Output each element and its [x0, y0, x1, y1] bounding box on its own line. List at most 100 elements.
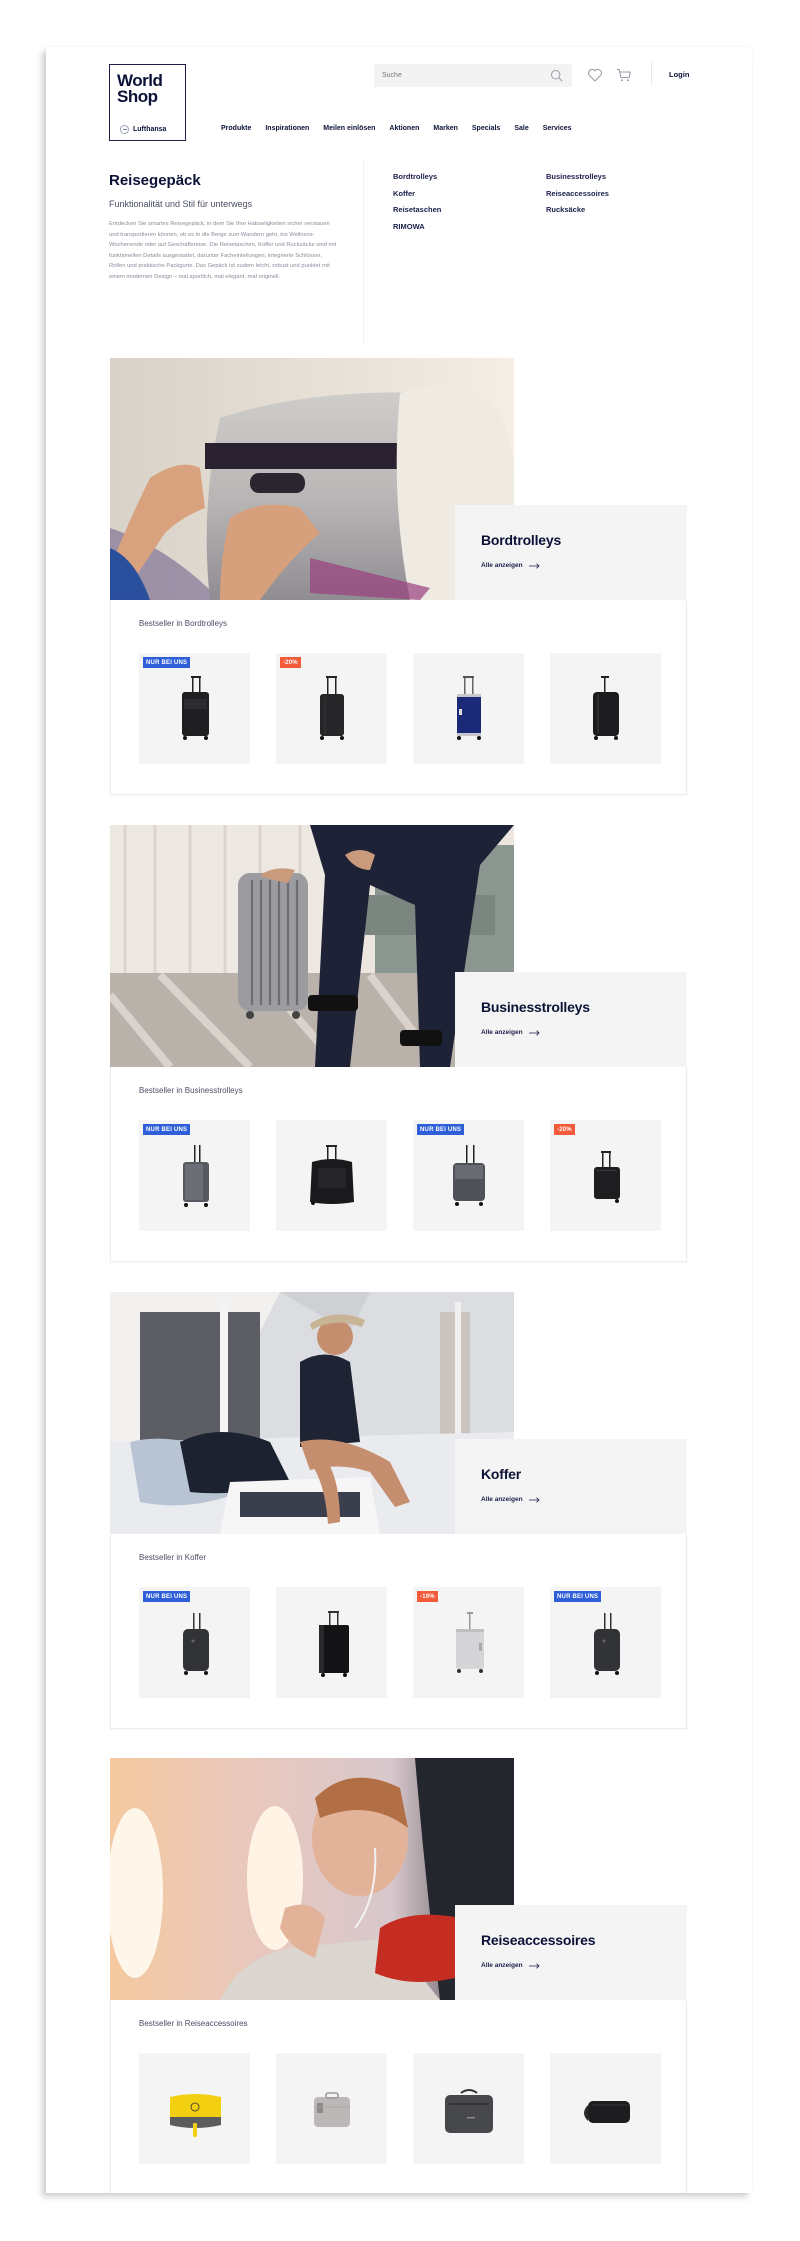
page-title: Reisegepäck — [109, 172, 201, 189]
login-link[interactable]: Login — [669, 70, 689, 79]
exclusive-badge: NUR BEI UNS — [143, 1124, 191, 1135]
category-title: Reiseaccessoires — [481, 1932, 596, 1948]
category-title: Businesstrolleys — [481, 999, 590, 1015]
hard-trolley-black-image — [592, 675, 619, 740]
category-link-bordtrolleys[interactable]: Bordtrolleys — [393, 171, 546, 182]
business-bag-black-image — [309, 1144, 354, 1205]
wishlist-heart-icon[interactable] — [587, 67, 603, 83]
category-section-koffer: Koffer Alle anzeigen Bestseller in Koffe… — [110, 1292, 687, 1729]
show-all-label: Alle anzeigen — [481, 1029, 523, 1036]
show-all-label: Alle anzeigen — [481, 1496, 523, 1503]
bestseller-box: Bestseller in Businesstrolleys NUR BEI U… — [110, 1067, 687, 1262]
category-panel-reiseaccessoires: Reiseaccessoires Alle anzeigen — [455, 1905, 687, 2000]
category-link-koffer[interactable]: Koffer — [393, 188, 546, 199]
nav-specials[interactable]: Specials — [472, 125, 500, 132]
hard-trolley-navy-image — [456, 675, 481, 740]
nav-aktionen[interactable]: Aktionen — [389, 125, 419, 132]
category-section-bordtrolleys: Bordtrolleys Alle anzeigen Bestseller in… — [110, 358, 687, 795]
show-all-label: Alle anzeigen — [481, 1962, 523, 1969]
black-toiletry-bag-image — [583, 2100, 630, 2123]
show-all-label: Alle anzeigen — [481, 562, 523, 569]
business-trolley-grey-wide-image — [452, 1144, 485, 1206]
product-tile[interactable]: NUR BEI UNS — [139, 1587, 250, 1698]
category-link-businesstrolleys[interactable]: Businesstrolleys — [546, 171, 699, 182]
main-nav: Produkte Inspirationen Meilen einlösen A… — [221, 125, 586, 132]
product-tile[interactable] — [276, 2053, 387, 2164]
bestseller-box: Bestseller in Bordtrolleys NUR BEI UNS -… — [110, 600, 687, 795]
page-subtitle: Funktionalität und Stil für unterwegs — [109, 199, 253, 209]
product-tile[interactable] — [550, 653, 661, 764]
category-image-reiseaccessoires[interactable] — [110, 1758, 514, 2000]
business-trolley-grey-image — [182, 1144, 209, 1207]
show-all-link[interactable]: Alle anzeigen — [481, 1496, 540, 1503]
category-link-rimowa[interactable]: RIMOWA — [393, 221, 546, 232]
hard-case-dark-image — [593, 1612, 620, 1675]
category-image-koffer[interactable] — [110, 1292, 514, 1534]
category-image-bordtrolleys[interactable] — [110, 358, 514, 600]
nav-meilen-einloesen[interactable]: Meilen einlösen — [323, 125, 375, 132]
soft-trolley-black-image — [181, 675, 209, 740]
product-tile[interactable] — [139, 2053, 250, 2164]
page: World Shop Lufthansa Login Produkte Insp… — [46, 47, 752, 2193]
header-divider — [651, 61, 652, 85]
product-tile[interactable]: NUR BEI UNS — [550, 1587, 661, 1698]
category-section-reiseaccessoires: Reiseaccessoires Alle anzeigen Bestselle… — [110, 1758, 687, 2193]
product-tile[interactable]: NUR BEI UNS — [413, 1120, 524, 1231]
exclusive-badge: NUR BEI UNS — [143, 657, 191, 668]
lufthansa-crane-icon — [120, 125, 129, 134]
product-tile[interactable] — [550, 2053, 661, 2164]
cart-icon[interactable] — [616, 67, 632, 83]
hard-case-black-large-image — [318, 1610, 349, 1677]
product-tile[interactable]: NUR BEI UNS — [139, 1120, 250, 1231]
product-tile[interactable]: -20% — [550, 1120, 661, 1231]
category-panel-bordtrolleys: Bordtrolleys Alle anzeigen — [455, 505, 687, 600]
search-box — [374, 64, 572, 87]
product-grid: NUR BEI UNS -19% NUR BEI UNS — [139, 1587, 661, 1698]
arrow-right-icon — [528, 562, 540, 569]
world-shop-logo[interactable]: World Shop Lufthansa — [109, 64, 186, 141]
arrow-right-icon — [528, 1962, 540, 1969]
bestseller-label: Bestseller in Bordtrolleys — [139, 619, 228, 628]
aluminium-case-silver-image — [455, 1611, 484, 1673]
nav-services[interactable]: Services — [543, 125, 572, 132]
nav-marken[interactable]: Marken — [433, 125, 458, 132]
intro-divider — [363, 160, 364, 345]
category-title: Bordtrolleys — [481, 532, 562, 548]
bestseller-label: Bestseller in Businesstrolleys — [139, 1086, 243, 1095]
bestseller-label: Bestseller in Koffer — [139, 1553, 206, 1562]
product-tile[interactable] — [413, 653, 524, 764]
product-tile[interactable] — [276, 1120, 387, 1231]
product-tile[interactable]: NUR BEI UNS — [139, 653, 250, 764]
category-link-reisetaschen[interactable]: Reisetaschen — [393, 204, 546, 215]
product-tile[interactable] — [276, 1587, 387, 1698]
sale-badge: -20% — [554, 1124, 575, 1135]
category-panel-businesstrolleys: Businesstrolleys Alle anzeigen — [455, 972, 687, 1067]
nav-sale[interactable]: Sale — [514, 125, 528, 132]
sale-badge: -19% — [417, 1591, 438, 1602]
show-all-link[interactable]: Alle anzeigen — [481, 1029, 540, 1036]
search-icon[interactable] — [550, 69, 564, 83]
product-tile[interactable]: -20% — [276, 653, 387, 764]
bestseller-box: Bestseller in Koffer NUR BEI UNS -19% NU… — [110, 1534, 687, 1729]
product-tile[interactable] — [413, 2053, 524, 2164]
category-image-businesstrolleys[interactable] — [110, 825, 514, 1067]
category-link-reiseaccessoires[interactable]: Reiseaccessoires — [546, 188, 699, 199]
search-input[interactable] — [382, 72, 550, 79]
show-all-link[interactable]: Alle anzeigen — [481, 562, 540, 569]
nav-inspirationen[interactable]: Inspirationen — [265, 125, 309, 132]
category-links: Bordtrolleys Businesstrolleys Koffer Rei… — [393, 171, 713, 232]
product-grid: NUR BEI UNS -20% — [139, 653, 661, 764]
product-tile[interactable]: -19% — [413, 1587, 524, 1698]
exclusive-badge: NUR BEI UNS — [143, 1591, 191, 1602]
logo-sub-label: Lufthansa — [133, 126, 167, 133]
hard-case-dark-image — [182, 1612, 209, 1675]
sale-badge: -20% — [280, 657, 301, 668]
bestseller-box: Bestseller in Reiseaccessoires — [110, 2000, 687, 2193]
show-all-link[interactable]: Alle anzeigen — [481, 1962, 540, 1969]
category-title: Koffer — [481, 1466, 522, 1482]
category-link-rucksaecke[interactable]: Rucksäcke — [546, 204, 699, 215]
category-panel-koffer: Koffer Alle anzeigen — [455, 1439, 687, 1534]
nav-produkte[interactable]: Produkte — [221, 125, 251, 132]
silver-beauty-case-image — [313, 2091, 350, 2127]
category-section-businesstrolleys: Businesstrolleys Alle anzeigen Bestselle… — [110, 825, 687, 1262]
